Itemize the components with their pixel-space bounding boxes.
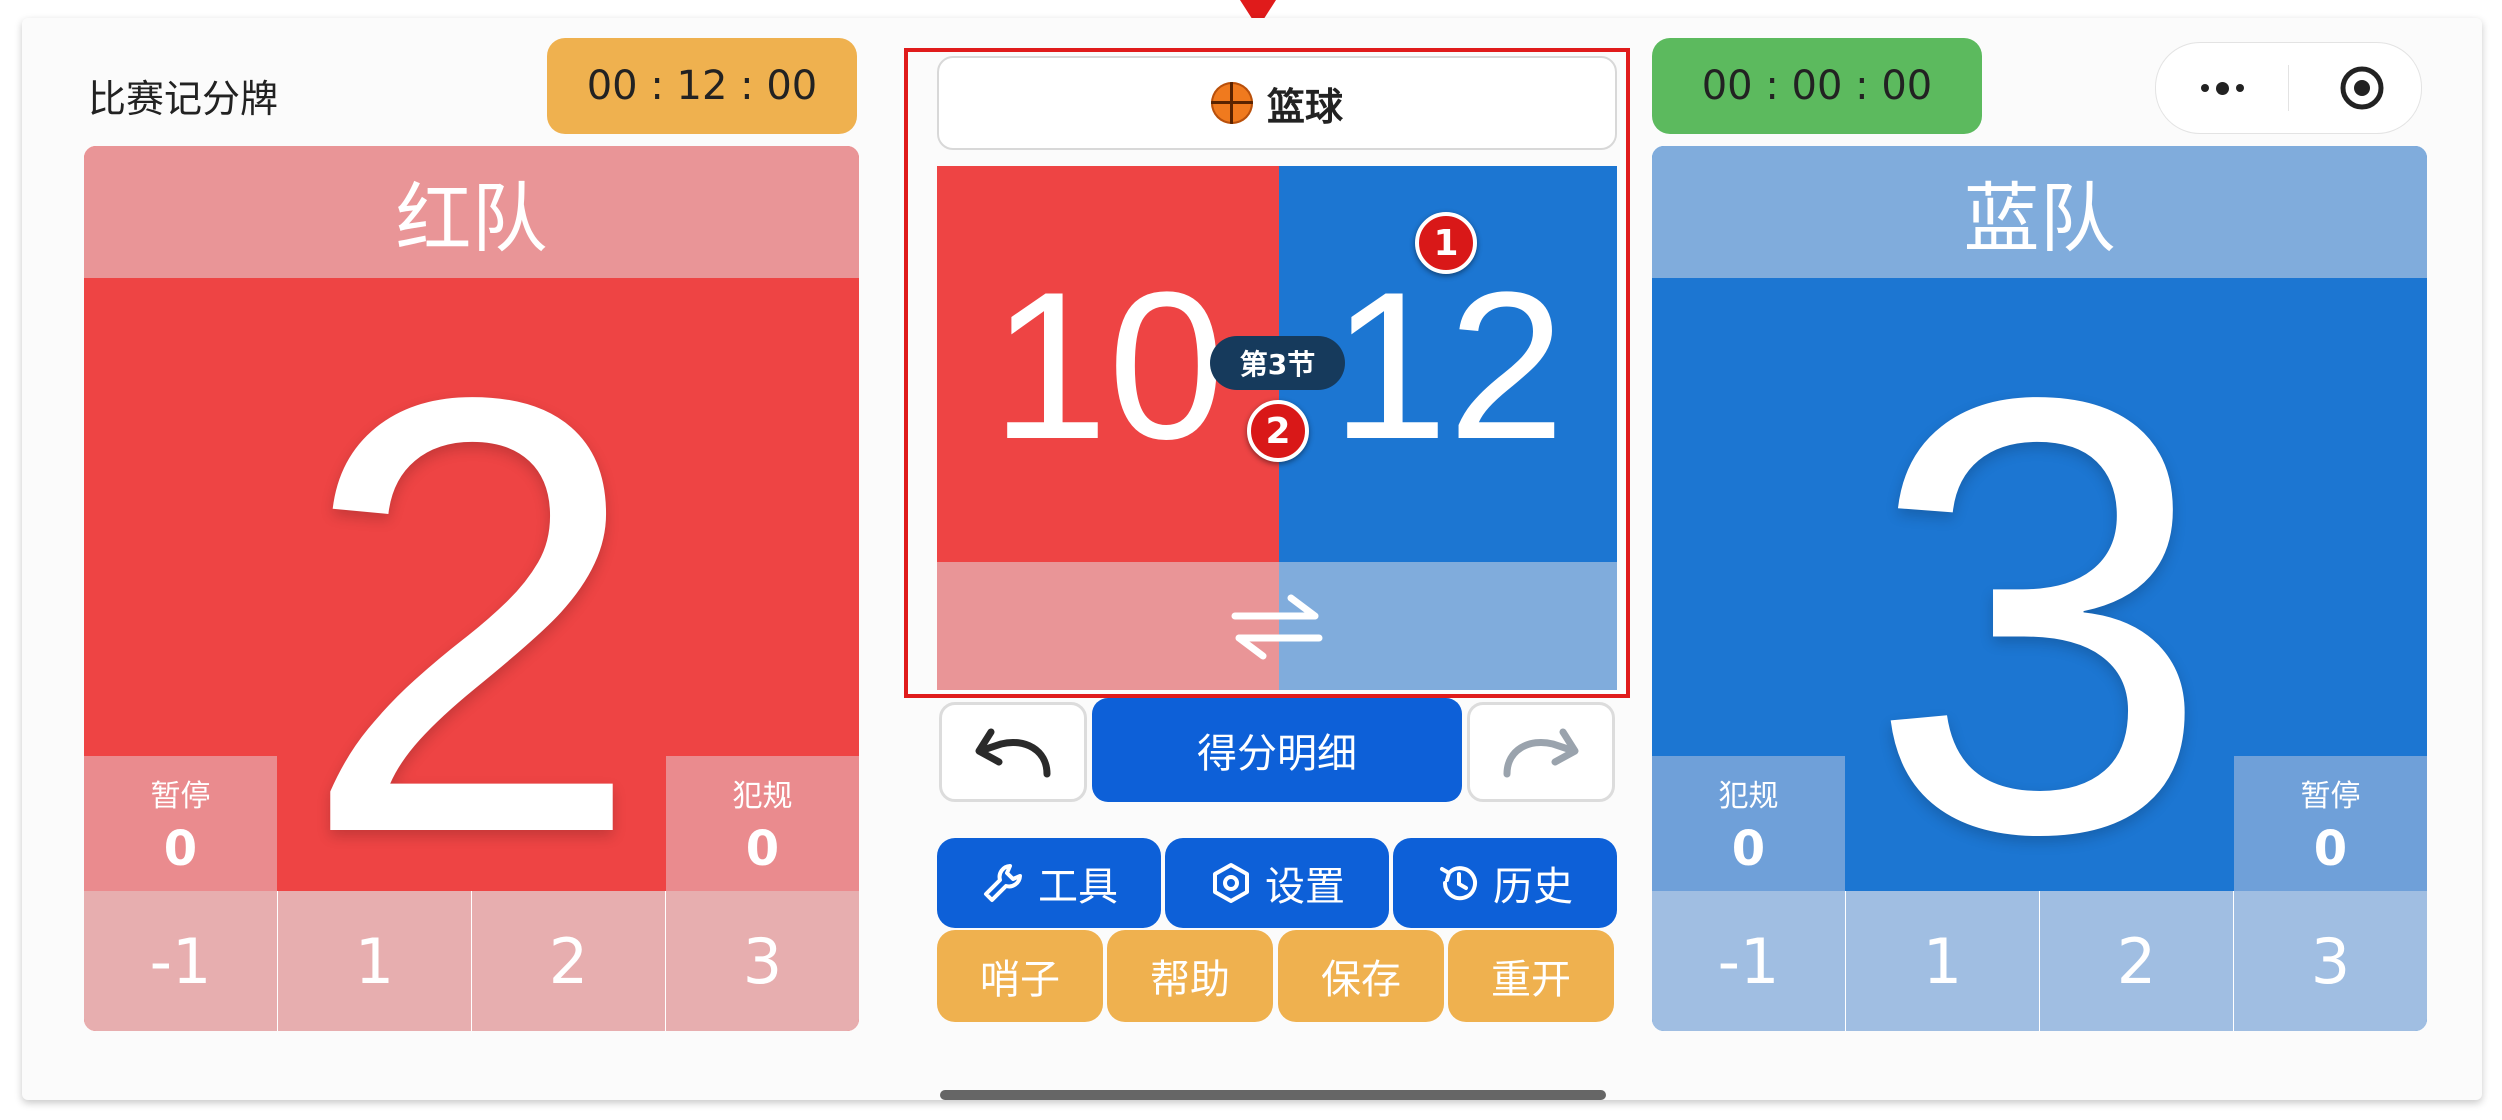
red-foul-label: 犯规: [732, 778, 793, 814]
blue-timeout-value: 0: [2313, 820, 2348, 877]
red-score-buttons: -1 1 2 3: [84, 891, 859, 1031]
redo-icon: [1503, 728, 1579, 778]
settings-label: 设置: [1265, 864, 1345, 910]
home-indicator: [940, 1090, 1606, 1100]
capsule-divider: [2288, 65, 2289, 111]
blue-timeout-counter[interactable]: 暂停 0: [2234, 756, 2427, 891]
blue-score-buttons: -1 1 2 3: [1652, 891, 2427, 1031]
stopwatch-timer[interactable]: 00 : 00 : 00: [1652, 38, 1982, 134]
help-button[interactable]: 帮助: [1107, 930, 1273, 1022]
whistle-button[interactable]: 哨子: [937, 930, 1103, 1022]
redo-button[interactable]: [1467, 702, 1615, 802]
mini-program-capsule: [2155, 42, 2422, 134]
save-button[interactable]: 保存: [1278, 930, 1444, 1022]
history-button[interactable]: 历史: [1393, 838, 1617, 928]
settings-button[interactable]: 设置: [1165, 838, 1389, 928]
undo-button[interactable]: [939, 702, 1087, 802]
highlight-frame: [904, 48, 1630, 698]
history-clock-icon: [1440, 866, 1477, 901]
target-close-icon[interactable]: [2339, 65, 2385, 111]
blue-minus-1-button[interactable]: -1: [1652, 891, 1846, 1031]
red-plus-2-button[interactable]: 2: [472, 891, 666, 1031]
blue-plus-1-button[interactable]: 1: [1846, 891, 2040, 1031]
tools-button[interactable]: 工具: [937, 838, 1161, 928]
blue-plus-3-button[interactable]: 3: [2234, 891, 2427, 1031]
hexagon-settings-icon: [1213, 863, 1249, 903]
blue-foul-counter[interactable]: 犯规 0: [1652, 756, 1845, 891]
red-team-panel: 红队 2 暂停 0 犯规 0 -1 1 2 3: [84, 146, 859, 1031]
wrench-icon: [984, 864, 1022, 902]
red-team-name[interactable]: 红队: [84, 146, 859, 278]
red-minus-1-button[interactable]: -1: [84, 891, 278, 1031]
more-dots-icon[interactable]: [2156, 43, 2288, 133]
red-plus-3-button[interactable]: 3: [666, 891, 859, 1031]
undo-icon: [975, 728, 1051, 778]
blue-plus-2-button[interactable]: 2: [2040, 891, 2234, 1031]
blue-foul-label: 犯规: [1718, 778, 1779, 814]
red-plus-1-button[interactable]: 1: [278, 891, 472, 1031]
red-foul-value: 0: [745, 820, 780, 877]
red-foul-counter[interactable]: 犯规 0: [666, 756, 859, 891]
score-detail-button[interactable]: 得分明细: [1092, 698, 1462, 802]
app-window: 比赛记分牌 00 : 12 : 00 00 : 00 : 00 红队 2 暂停 …: [22, 18, 2482, 1100]
restart-button[interactable]: 重开: [1448, 930, 1614, 1022]
annotation-badge-1: 1: [1415, 212, 1477, 274]
red-timeout-counter[interactable]: 暂停 0: [84, 756, 277, 891]
blue-foul-value: 0: [1731, 820, 1766, 877]
annotation-badge-2: 2: [1247, 400, 1309, 462]
history-label: 历史: [1493, 864, 1573, 910]
red-timeout-value: 0: [163, 820, 198, 877]
blue-team-name[interactable]: 蓝队: [1652, 146, 2427, 278]
blue-timeout-label: 暂停: [2300, 778, 2361, 814]
game-timer[interactable]: 00 : 12 : 00: [547, 38, 857, 134]
red-timeout-label: 暂停: [150, 778, 211, 814]
app-title: 比赛记分牌: [88, 77, 279, 121]
blue-team-panel: 蓝队 3 犯规 0 暂停 0 -1 1 2 3: [1652, 146, 2427, 1031]
tools-label: 工具: [1038, 864, 1118, 910]
